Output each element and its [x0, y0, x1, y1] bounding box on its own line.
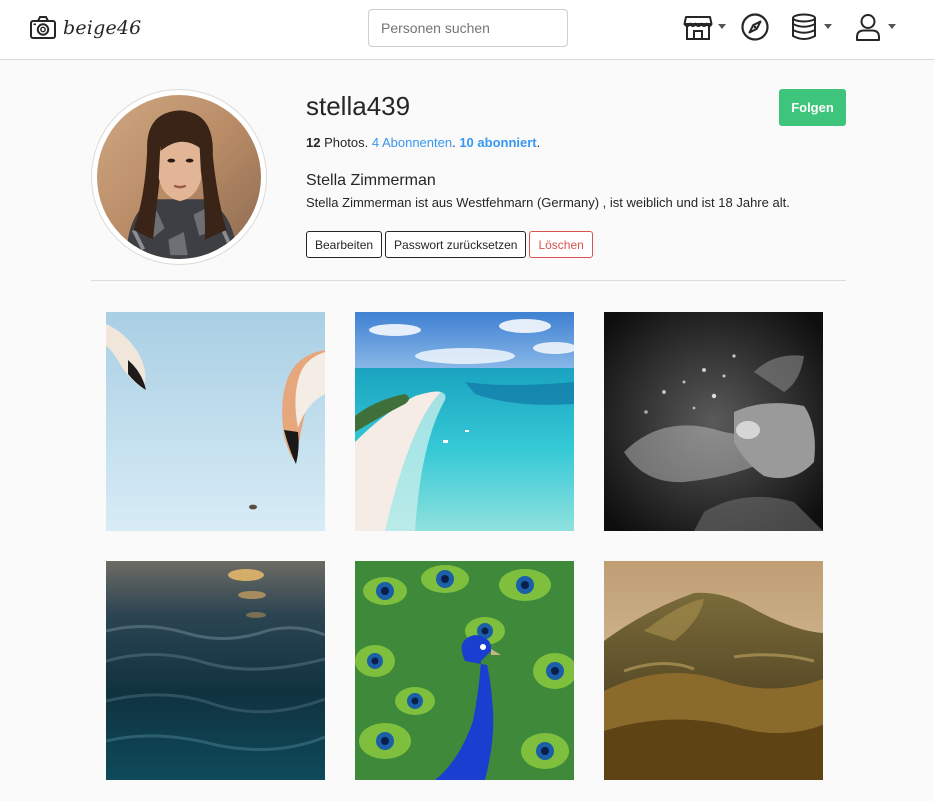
follow-button[interactable]: Folgen [779, 89, 846, 126]
photo-peacock[interactable] [355, 561, 574, 780]
photo-beach[interactable] [355, 312, 574, 531]
photo-hills[interactable] [604, 561, 823, 780]
following-count: 10 [459, 135, 474, 150]
profile-avatar[interactable] [91, 89, 267, 265]
followers-label: Abonnenten [381, 135, 453, 150]
camera-icon [30, 16, 56, 39]
photo-ocean-water[interactable] [106, 561, 325, 780]
following-label: abonniert [477, 135, 537, 150]
photo-flamingos[interactable] [106, 312, 325, 531]
store-menu-button[interactable] [683, 12, 726, 42]
photo-dispersion-portrait[interactable] [604, 312, 823, 531]
profile-stats: 12 Photos. 4 Abonnenten. 10 abonniert. [306, 135, 541, 150]
search-input[interactable] [368, 9, 568, 47]
divider [91, 280, 846, 281]
brand-logo-link[interactable]: beige46 [29, 14, 141, 42]
profile-bio: Stella Zimmerman ist aus Westfehmarn (Ge… [306, 195, 790, 210]
profile-actions: Bearbeiten Passwort zurücksetzen Löschen [306, 231, 593, 258]
database-icon [792, 13, 816, 40]
photos-count: 12 [306, 135, 321, 150]
brand-name: beige46 [63, 17, 142, 39]
avatar-image [97, 95, 261, 259]
user-menu-button[interactable] [853, 12, 896, 42]
delete-button[interactable]: Löschen [529, 231, 593, 258]
followers-link[interactable]: 4 Abonnenten [372, 135, 452, 150]
compass-icon [741, 13, 769, 41]
profile-username: stella439 [306, 91, 411, 121]
photos-label: Photos. [324, 135, 369, 150]
database-menu-button[interactable] [789, 12, 832, 42]
explore-button[interactable] [740, 12, 770, 42]
nav-icon-group [683, 12, 896, 42]
store-icon [683, 16, 713, 40]
user-icon [856, 14, 880, 41]
chevron-down-icon [824, 23, 832, 29]
reset-password-button[interactable]: Passwort zurücksetzen [385, 231, 527, 258]
profile-full-name: Stella Zimmerman [306, 172, 436, 189]
following-link[interactable]: 10 abonniert [459, 135, 536, 150]
top-navbar: beige46 [0, 0, 934, 60]
chevron-down-icon [888, 23, 896, 29]
edit-button[interactable]: Bearbeiten [306, 231, 383, 258]
chevron-down-icon [718, 23, 726, 29]
followers-count: 4 [371, 135, 380, 150]
